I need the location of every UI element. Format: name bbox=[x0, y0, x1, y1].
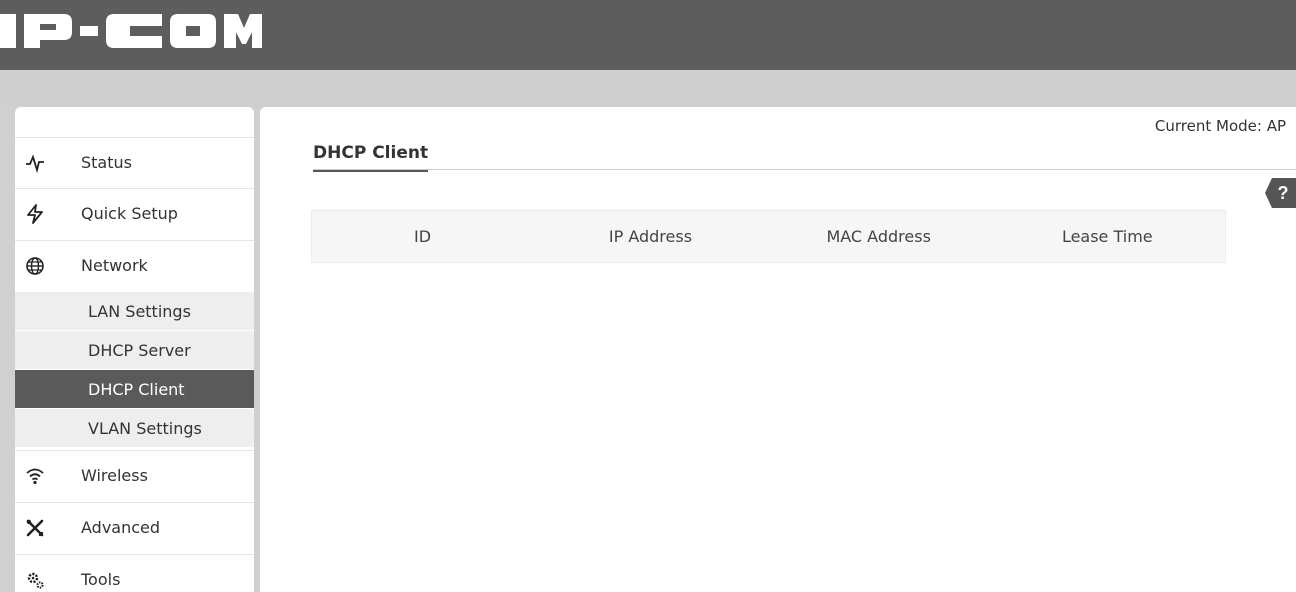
sidebar-item-quick-setup[interactable]: Quick Setup bbox=[15, 188, 254, 239]
wifi-icon bbox=[26, 468, 44, 485]
page-title: DHCP Client bbox=[313, 143, 429, 172]
sidebar-subitem-lan-settings[interactable]: LAN Settings bbox=[15, 292, 254, 331]
sidebar-item-label: Tools bbox=[81, 570, 121, 589]
table-header-row: ID IP Address MAC Address Lease Time bbox=[312, 211, 1226, 263]
sidebar-item-label: Network bbox=[81, 256, 148, 275]
sidebar-item-label: Status bbox=[81, 153, 132, 172]
current-mode-label: Current Mode: AP bbox=[1154, 117, 1286, 135]
dhcp-client-table: ID IP Address MAC Address Lease Time bbox=[311, 210, 1226, 263]
sidebar-subitem-label: DHCP Client bbox=[88, 380, 185, 399]
sidebar-item-tools[interactable]: Tools bbox=[15, 554, 254, 592]
column-header-lease-time: Lease Time bbox=[1061, 227, 1153, 246]
sidebar-item-advanced[interactable]: Advanced bbox=[15, 502, 254, 553]
title-divider bbox=[313, 169, 1296, 170]
sidebar-subitem-label: LAN Settings bbox=[88, 302, 191, 321]
sidebar-item-status[interactable]: Status bbox=[15, 137, 254, 188]
column-header-ip-address: IP Address bbox=[608, 227, 693, 246]
gears-icon bbox=[27, 572, 44, 589]
sidebar-subitem-label: VLAN Settings bbox=[88, 419, 202, 438]
sidebar-subitem-dhcp-server[interactable]: DHCP Server bbox=[15, 331, 254, 370]
sidebar-subitem-vlan-settings[interactable]: VLAN Settings bbox=[15, 409, 254, 448]
ip-com-logo bbox=[0, 14, 262, 48]
sidebar-subitem-dhcp-client[interactable]: DHCP Client bbox=[15, 370, 254, 409]
pulse-icon bbox=[26, 154, 44, 173]
sidebar-item-wireless[interactable]: Wireless bbox=[15, 450, 254, 501]
help-icon-label: ? bbox=[1278, 183, 1289, 203]
column-header-id: ID bbox=[414, 227, 432, 246]
sidebar-item-network[interactable]: Network bbox=[15, 240, 254, 291]
sidebar-item-label: Wireless bbox=[81, 466, 148, 485]
help-button[interactable]: ? bbox=[1264, 177, 1296, 209]
lightning-icon bbox=[27, 204, 43, 224]
sidebar: Status Quick Setup Network LAN Settings … bbox=[15, 107, 254, 592]
top-header-bar bbox=[0, 0, 1296, 70]
sidebar-item-label: Quick Setup bbox=[81, 204, 178, 223]
globe-icon bbox=[26, 257, 44, 275]
sidebar-subitem-label: DHCP Server bbox=[88, 341, 191, 360]
sub-header-bar bbox=[0, 70, 1296, 106]
tools-cross-icon bbox=[26, 519, 44, 537]
main-panel: Current Mode: AP DHCP Client ? ID IP Add… bbox=[260, 107, 1296, 592]
sidebar-item-label: Advanced bbox=[81, 518, 161, 537]
column-header-mac-address: MAC Address bbox=[826, 227, 931, 246]
